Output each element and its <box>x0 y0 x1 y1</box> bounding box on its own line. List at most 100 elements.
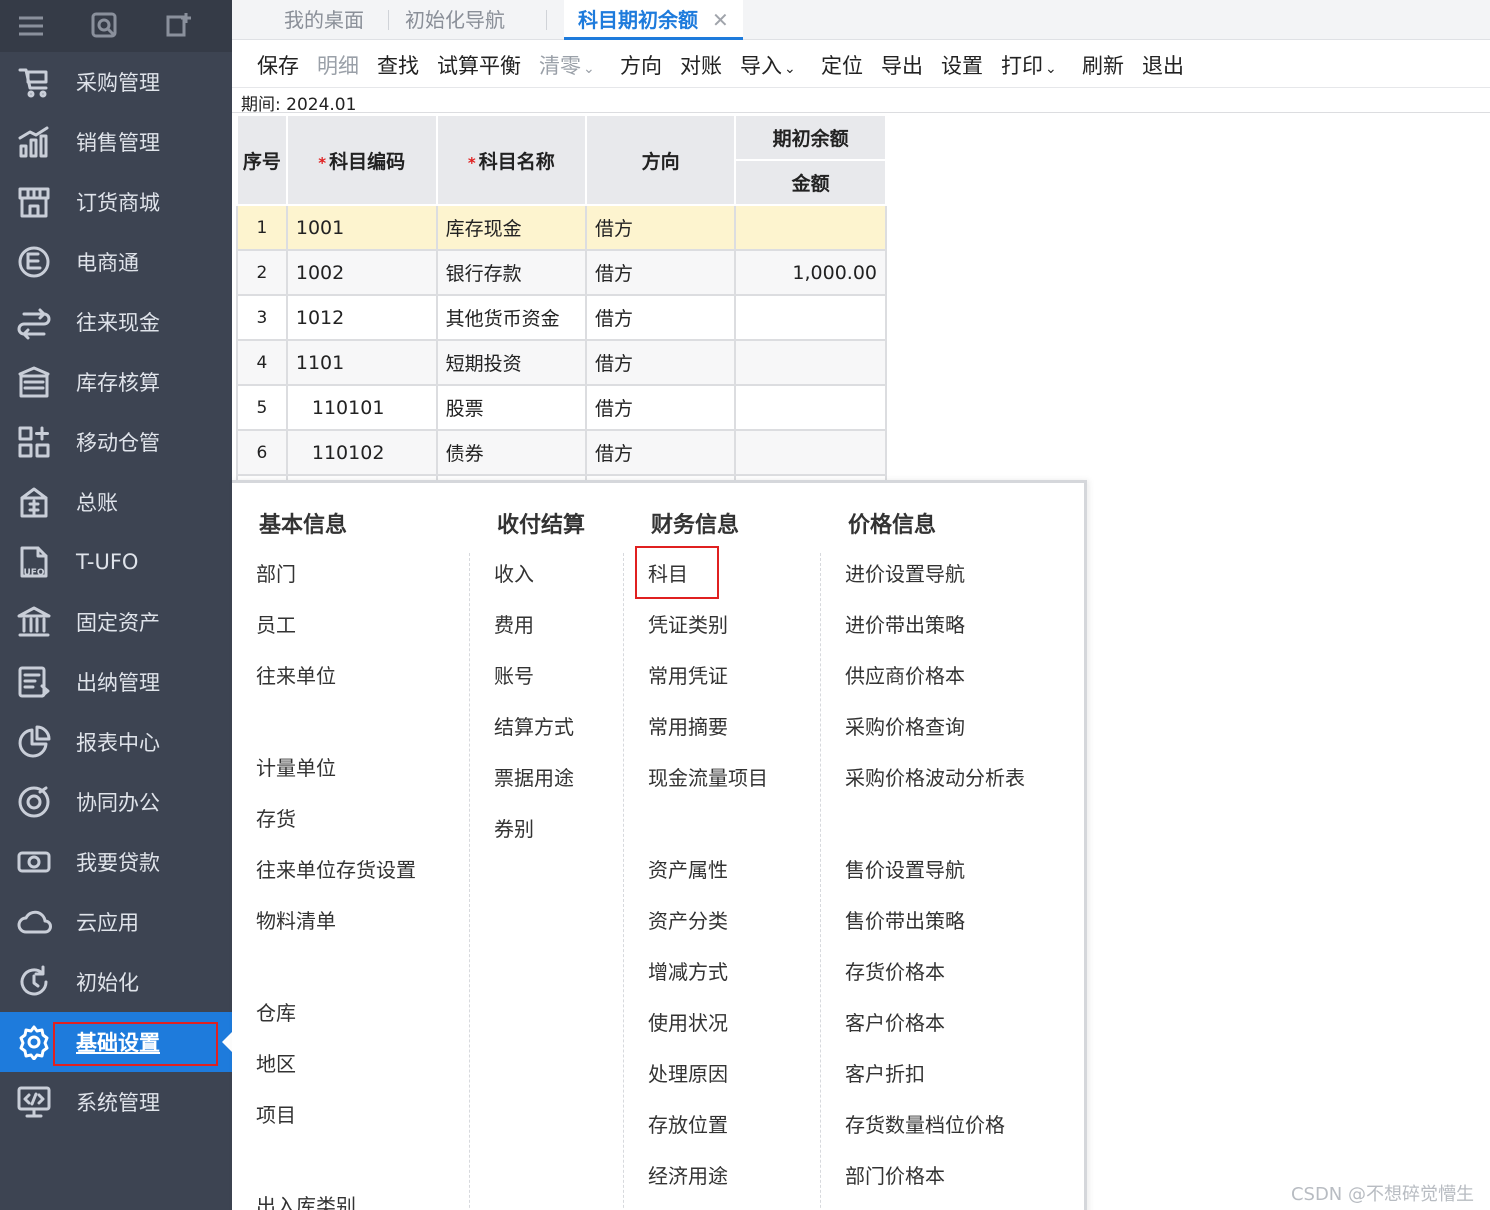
sidebar-item[interactable]: 往来现金 <box>0 292 232 352</box>
cell-code[interactable]: 1101 <box>285 339 438 386</box>
cell-direction[interactable]: 借方 <box>584 429 737 476</box>
menu-item-basic[interactable]: 项目 <box>256 1099 296 1128</box>
table-row[interactable]: 1 1001 库存现金 借方 <box>236 204 887 251</box>
menu-item-basic[interactable]: 员工 <box>256 609 296 638</box>
export-button[interactable]: 导出 <box>881 50 923 80</box>
sidebar-item[interactable]: 我要贷款 <box>0 832 232 892</box>
menu-item-payment[interactable]: 收入 <box>494 558 534 587</box>
cell-direction[interactable]: 借方 <box>584 294 737 341</box>
sidebar-item[interactable]: UFO T-UFO <box>0 532 232 592</box>
sidebar-item[interactable]: 报表中心 <box>0 712 232 772</box>
cell-amount[interactable] <box>734 294 887 341</box>
cell-seq[interactable]: 2 <box>236 249 288 296</box>
menu-item-payment[interactable]: 费用 <box>494 609 534 638</box>
header-name[interactable]: * 科目名称 <box>435 114 587 206</box>
sidebar-item[interactable]: 采购管理 <box>0 52 232 112</box>
cell-name[interactable]: 债券 <box>435 429 587 476</box>
cell-direction[interactable]: 借方 <box>584 204 737 251</box>
header-amount[interactable]: 金额 <box>734 159 887 206</box>
sidebar-item[interactable]: 协同办公 <box>0 772 232 832</box>
cell-code[interactable]: 110101 <box>285 384 438 431</box>
cell-amount[interactable] <box>734 429 887 476</box>
sidebar-item[interactable]: 移动仓管 <box>0 412 232 472</box>
cell-seq[interactable]: 3 <box>236 294 288 341</box>
menu-item-basic[interactable]: 部门 <box>256 558 296 587</box>
locate-button[interactable]: 定位 <box>821 50 863 80</box>
menu-item-payment[interactable]: 票据用途 <box>494 762 574 791</box>
menu-item-price[interactable]: 供应商价格本 <box>845 660 965 689</box>
sidebar-item[interactable]: 销售管理 <box>0 112 232 172</box>
cell-amount[interactable] <box>734 204 887 251</box>
menu-item-price[interactable]: 进价设置导航 <box>845 558 965 587</box>
cell-name[interactable]: 银行存款 <box>435 249 587 296</box>
cell-direction[interactable]: 借方 <box>584 384 737 431</box>
menu-item-price[interactable]: 存货价格本 <box>845 956 945 985</box>
cell-seq[interactable]: 4 <box>236 339 288 386</box>
cell-amount[interactable] <box>734 339 887 386</box>
cell-amount[interactable]: 1,000.00 <box>734 249 887 296</box>
cell-code[interactable]: 1012 <box>285 294 438 341</box>
sidebar-item[interactable]: 出纳管理 <box>0 652 232 712</box>
clear-dropdown[interactable]: 清零 ⌄ <box>539 50 595 80</box>
menu-item-basic[interactable]: 出入库类别 <box>256 1190 356 1210</box>
menu-item-price[interactable]: 售价带出策略 <box>845 905 965 934</box>
menu-item-basic[interactable]: 仓库 <box>256 997 296 1026</box>
sidebar-item[interactable]: 总账 <box>0 472 232 532</box>
menu-item-payment[interactable]: 券别 <box>494 813 534 842</box>
menu-item-price[interactable]: 客户折扣 <box>845 1058 925 1087</box>
menu-item-price[interactable]: 部门价格本 <box>845 1160 945 1189</box>
cell-code[interactable]: 1001 <box>285 204 438 251</box>
menu-item-price[interactable]: 采购价格波动分析表 <box>845 762 1025 791</box>
menu-item-price[interactable]: 客户价格本 <box>845 1007 945 1036</box>
cell-code[interactable]: 1002 <box>285 249 438 296</box>
close-icon[interactable]: ✕ <box>712 8 729 32</box>
menu-item-finance[interactable]: 使用状况 <box>648 1007 728 1036</box>
menu-item-basic[interactable]: 往来单位 <box>256 660 336 689</box>
menu-item-basic[interactable]: 物料清单 <box>256 905 336 934</box>
detail-button[interactable]: 明细 <box>317 50 359 80</box>
menu-item-finance[interactable]: 常用凭证 <box>648 660 728 689</box>
menu-item-basic[interactable]: 计量单位 <box>256 752 336 781</box>
menu-item-finance[interactable]: 处理原因 <box>648 1058 728 1087</box>
tab-desktop[interactable]: 我的桌面 <box>284 0 364 40</box>
search-icon[interactable] <box>90 11 120 41</box>
menu-item-price[interactable]: 进价带出策略 <box>845 609 965 638</box>
tab-init-nav[interactable]: 初始化导航 <box>405 0 505 40</box>
sidebar-item[interactable]: 云应用 <box>0 892 232 952</box>
menu-item-finance[interactable]: 常用摘要 <box>648 711 728 740</box>
menu-item-basic[interactable]: 地区 <box>256 1048 296 1077</box>
tab-account-opening-balance[interactable]: 科目期初余额 ✕ <box>564 0 743 40</box>
menu-icon[interactable] <box>16 11 46 41</box>
header-direction[interactable]: 方向 <box>584 114 737 206</box>
menu-item-finance[interactable]: 资产分类 <box>648 905 728 934</box>
save-button[interactable]: 保存 <box>257 50 299 80</box>
sidebar-item[interactable]: 订货商城 <box>0 172 232 232</box>
cell-amount[interactable] <box>734 384 887 431</box>
add-window-icon[interactable] <box>164 11 194 41</box>
menu-item-finance[interactable]: 经济用途 <box>648 1160 728 1189</box>
menu-item-payment[interactable]: 账号 <box>494 660 534 689</box>
menu-item-basic[interactable]: 存货 <box>256 803 296 832</box>
menu-item-price[interactable]: 采购价格查询 <box>845 711 965 740</box>
sidebar-item[interactable]: 电商通 <box>0 232 232 292</box>
sidebar-item[interactable]: 系统管理 <box>0 1072 232 1132</box>
table-row[interactable]: 3 1012 其他货币资金 借方 <box>236 294 887 341</box>
menu-item-price[interactable]: 存货数量档位价格 <box>845 1109 1005 1138</box>
exit-button[interactable]: 退出 <box>1142 50 1184 80</box>
menu-item-finance[interactable]: 增减方式 <box>648 956 728 985</box>
menu-item-finance[interactable]: 现金流量项目 <box>648 762 768 791</box>
header-code[interactable]: * 科目编码 <box>285 114 438 206</box>
table-row[interactable]: 2 1002 银行存款 借方 1,000.00 <box>236 249 887 296</box>
direction-button[interactable]: 方向 <box>620 50 662 80</box>
cell-name[interactable]: 库存现金 <box>435 204 587 251</box>
menu-item-finance[interactable]: 资产属性 <box>648 854 728 883</box>
cell-seq[interactable]: 6 <box>236 429 288 476</box>
cell-seq[interactable]: 5 <box>236 384 288 431</box>
table-row[interactable]: 5 110101 股票 借方 <box>236 384 887 431</box>
cell-direction[interactable]: 借方 <box>584 249 737 296</box>
table-row[interactable]: 6 110102 债券 借方 <box>236 429 887 476</box>
menu-item-finance[interactable]: 存放位置 <box>648 1109 728 1138</box>
settings-button[interactable]: 设置 <box>941 50 983 80</box>
menu-item-price[interactable]: 售价设置导航 <box>845 854 965 883</box>
cell-name[interactable]: 短期投资 <box>435 339 587 386</box>
